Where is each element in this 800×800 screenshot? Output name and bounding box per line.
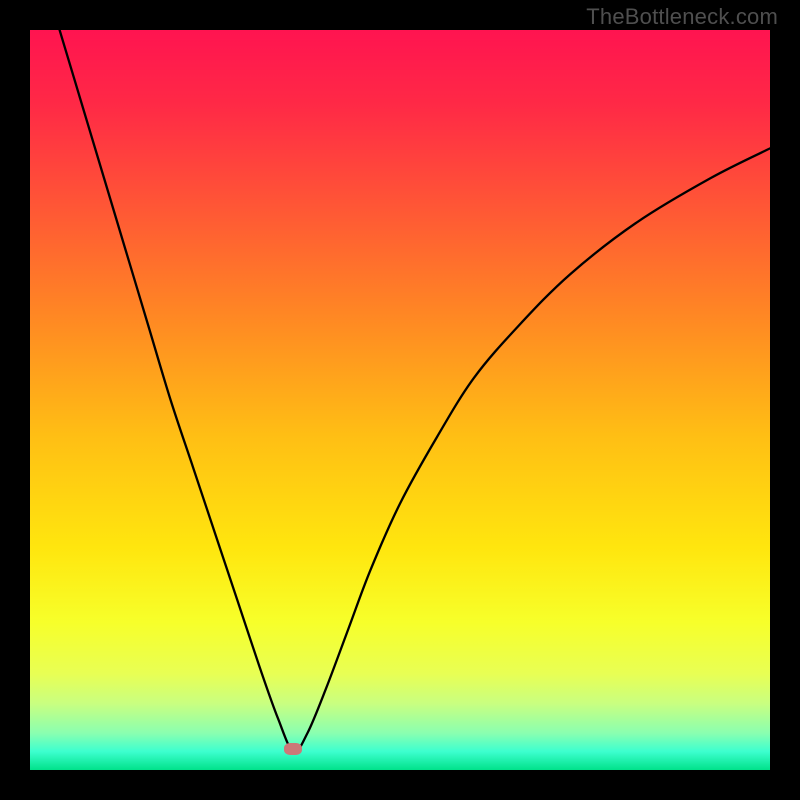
optimum-marker (284, 743, 302, 755)
plot-area (30, 30, 770, 770)
bottleneck-curve (30, 30, 770, 770)
watermark-text: TheBottleneck.com (586, 4, 778, 30)
chart-frame: TheBottleneck.com (0, 0, 800, 800)
